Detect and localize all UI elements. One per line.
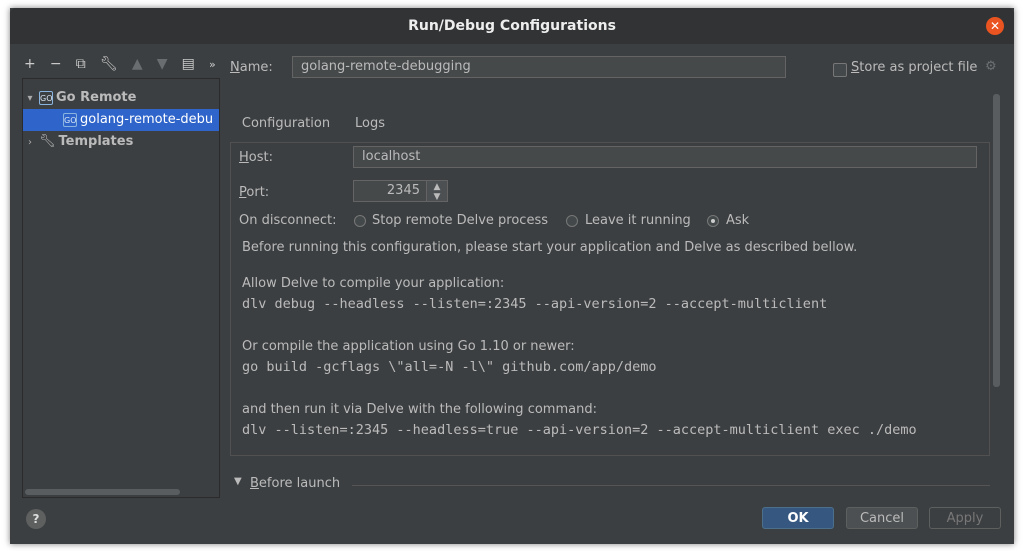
- copy-icon[interactable]: ⧉: [76, 56, 86, 72]
- gear-icon[interactable]: ⚙: [985, 59, 997, 74]
- chevron-down-icon[interactable]: ▾: [23, 88, 37, 110]
- tab-configuration[interactable]: Configuration: [230, 110, 342, 145]
- run-debug-configurations-dialog: Run/Debug Configurations ✕ + − ⧉ 🔧︎ ▲ ▼ …: [10, 8, 1014, 544]
- title-bar: Run/Debug Configurations ✕: [10, 8, 1014, 44]
- tab-logs[interactable]: Logs: [355, 110, 385, 142]
- chevron-down-icon[interactable]: ▼: [234, 476, 242, 487]
- remove-icon[interactable]: −: [50, 56, 62, 72]
- before-launch-separator: [352, 485, 990, 486]
- wrench-icon: 🔧︎: [39, 134, 56, 149]
- close-icon[interactable]: ✕: [986, 17, 1004, 35]
- before-launch-label[interactable]: Before launch: [250, 476, 340, 491]
- configurations-tree[interactable]: ▾ GO Go Remote GO golang-remote-debu › 🔧︎ Tem…: [22, 78, 220, 498]
- dialog-title: Run/Debug Configurations: [408, 18, 616, 34]
- store-as-project-file-label[interactable]: Store as project file: [851, 60, 977, 75]
- add-icon[interactable]: +: [24, 56, 36, 72]
- name-input[interactable]: golang-remote-debugging: [292, 56, 786, 78]
- more-icon[interactable]: »: [209, 58, 216, 71]
- help-icon[interactable]: ?: [26, 509, 46, 529]
- host-input[interactable]: localhost: [353, 146, 977, 168]
- leave-it-running-label[interactable]: Leave it running: [585, 213, 691, 228]
- step3-text: and then run it via Delve with the follo…: [242, 402, 597, 417]
- leave-it-running-radio[interactable]: [566, 215, 578, 227]
- ok-button[interactable]: OK: [762, 507, 834, 529]
- ask-label[interactable]: Ask: [726, 213, 749, 228]
- move-up-icon[interactable]: ▲: [132, 56, 143, 72]
- step1-text: Allow Delve to compile your application:: [242, 276, 505, 291]
- wrench-icon[interactable]: 🔧︎: [100, 56, 118, 72]
- tree-item-label: Go Remote: [56, 90, 137, 105]
- vertical-scrollbar[interactable]: [993, 94, 1000, 387]
- tree-item-label: Templates: [58, 134, 134, 149]
- step1-command: dlv debug --headless --listen=:2345 --ap…: [242, 296, 828, 312]
- host-label: Host:: [239, 150, 273, 165]
- on-disconnect-label: On disconnect:: [239, 213, 337, 228]
- config-toolbar: + − ⧉ 🔧︎ ▲ ▼ ▤ »: [24, 56, 226, 74]
- name-label: Name:: [230, 60, 273, 75]
- folder-add-icon[interactable]: ▤: [182, 56, 195, 72]
- cancel-button[interactable]: Cancel: [846, 507, 918, 529]
- port-stepper[interactable]: ▲ ▼: [426, 180, 448, 202]
- stop-remote-delve-label[interactable]: Stop remote Delve process: [372, 213, 548, 228]
- stop-remote-delve-radio[interactable]: [354, 215, 366, 227]
- step2-command: go build -gcflags \"all=-N -l\" github.c…: [242, 359, 657, 375]
- go-remote-icon: GO: [39, 91, 53, 105]
- store-as-project-file-checkbox[interactable]: [833, 63, 847, 77]
- instructions-intro: Before running this configuration, pleas…: [242, 240, 858, 255]
- tree-horizontal-scrollbar[interactable]: [25, 489, 180, 495]
- tree-item-golang-remote-debugging[interactable]: GO golang-remote-debu: [23, 109, 219, 131]
- step2-text: Or compile the application using Go 1.10…: [242, 339, 575, 354]
- go-remote-icon: GO: [63, 113, 77, 127]
- tree-item-label: golang-remote-debu: [80, 112, 214, 127]
- port-input[interactable]: 2345: [353, 180, 427, 202]
- move-down-icon[interactable]: ▼: [157, 56, 168, 72]
- apply-button[interactable]: Apply: [929, 507, 1001, 529]
- tree-item-go-remote[interactable]: ▾ GO Go Remote: [23, 87, 219, 109]
- step3-command: dlv --listen=:2345 --headless=true --api…: [242, 422, 917, 438]
- chevron-right-icon[interactable]: ›: [23, 132, 37, 154]
- tree-item-templates[interactable]: › 🔧︎ Templates: [23, 131, 219, 153]
- ask-radio[interactable]: [707, 215, 719, 227]
- port-label: Port:: [239, 185, 270, 200]
